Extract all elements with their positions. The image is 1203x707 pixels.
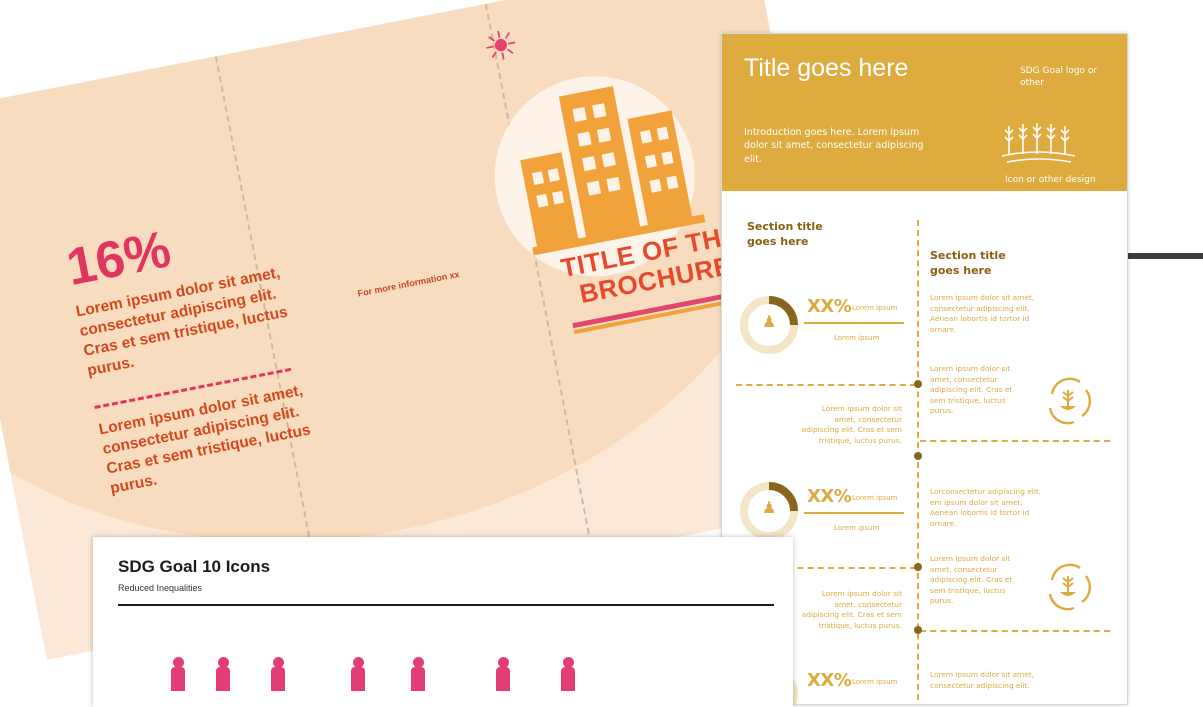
timeline-connector <box>736 384 916 386</box>
right-text-4: Lorem ipsum dolor sit amet, consectetur … <box>930 554 1013 606</box>
sdg-icons-card: SDG Goal 10 Icons Reduced Inequalities <box>93 537 793 707</box>
stat-value: XX% <box>807 486 852 507</box>
sdg-card-title: SDG Goal 10 Icons <box>118 557 271 576</box>
stat-value: XX% <box>807 296 852 317</box>
sdg-logo-placeholder: SDG Goal logo or other <box>1020 66 1098 89</box>
person-icon <box>216 667 230 691</box>
sdg-card-divider <box>118 604 774 606</box>
stat-caption: Lorem ipsum <box>834 334 880 342</box>
stat-value: XX% <box>807 670 852 691</box>
section-title-right: Section title goes here <box>930 249 1006 277</box>
right-text-2: Lorem ipsum dolor sit amet, consectetur … <box>930 364 1013 416</box>
stat-underline <box>804 322 904 324</box>
stat-label: Lorem ipsum <box>852 304 898 312</box>
right-text-1: Lorem ipsum dolor sit amet, consectetur … <box>930 293 1035 334</box>
right-text-3: Lorconsectetur adipiscing elit. em ipsum… <box>930 487 1042 528</box>
infographic-intro: Introduction goes here. Lorem ipsum dolo… <box>744 127 924 165</box>
cycle-plant-icon <box>1048 563 1092 611</box>
person-icon <box>411 667 425 691</box>
background-bar <box>1126 253 1203 259</box>
timeline-dot <box>914 452 922 460</box>
cycle-plant-icon <box>1048 377 1092 425</box>
person-icon <box>496 667 510 691</box>
wheat-icon <box>1001 123 1076 163</box>
timeline-dot <box>914 563 922 571</box>
right-text-5: Lorem ipsum dolor sit amet, consectetur … <box>930 670 1035 690</box>
person-icon <box>351 667 365 691</box>
stat-caption: Lorem ipsum <box>834 524 880 532</box>
person-icon: ♟ <box>762 498 777 517</box>
stat-underline <box>804 512 904 514</box>
person-icon <box>271 667 285 691</box>
timeline-connector <box>920 630 1110 632</box>
timeline-dot <box>914 626 922 634</box>
sdg-card-subtitle: Reduced Inequalities <box>118 583 203 593</box>
timeline-connector <box>920 440 1110 442</box>
infographic-title: Title goes here <box>744 54 909 82</box>
left-text-2: Lorem ipsum dolor sit amet, consectetur … <box>801 589 902 630</box>
sun-icon: ☀ <box>479 21 523 72</box>
person-icon <box>171 667 185 691</box>
person-icon: ♟ <box>762 312 777 331</box>
section-title-left: Section title goes here <box>747 220 823 248</box>
stat-label: Lorem ipsum <box>852 678 898 686</box>
timeline-dot <box>914 380 922 388</box>
left-text-1: Lorem ipsum dolor sit amet, consectetur … <box>801 404 902 445</box>
design-placeholder: Icon or other design <box>1005 175 1096 185</box>
person-icon <box>561 667 575 691</box>
stat-label: Lorem ipsum <box>852 494 898 502</box>
